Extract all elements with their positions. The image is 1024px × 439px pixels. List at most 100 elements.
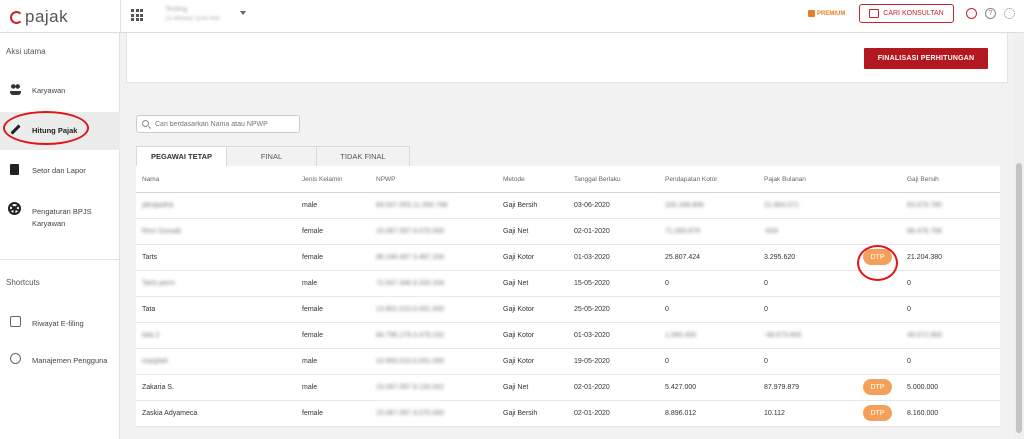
sidebar-item-manajemen-pengguna[interactable]: Manajemen Pengguna — [0, 351, 120, 371]
cell-tanggal-berlaku: 25-05-2020 — [574, 306, 610, 313]
sidebar-item-karyawan[interactable]: Karyawan — [0, 81, 120, 101]
header-tanggal-berlaku[interactable]: Tanggal Berlaku — [574, 176, 621, 183]
cell-metode: Gaji Bersih — [503, 410, 538, 417]
header-nama[interactable]: Nama — [142, 176, 159, 183]
tab-pegawai-tetap[interactable]: PEGAWAI TETAP — [136, 146, 227, 166]
table-header: Nama Jenis Kelamin NPWP Metode Tanggal B… — [136, 166, 1000, 193]
header-metode[interactable]: Metode — [503, 176, 525, 183]
sidebar-item-label: Pengaturan BPJS Karyawan — [32, 207, 92, 228]
search-input[interactable] — [155, 120, 295, 128]
cell-gaji-bersih: 5.000.000 — [907, 384, 939, 391]
search-box[interactable] — [136, 115, 300, 133]
cell-npwp: 72.647.346.9.334.334 — [376, 280, 445, 287]
dtp-badge[interactable]: DTP — [863, 379, 892, 395]
table-row[interactable]: Tata female 13.901.010.0.001.000 Gaji Kotor… — [136, 297, 1000, 323]
header-jenis-kelamin[interactable]: Jenis Kelamin — [302, 176, 342, 183]
cell-tanggal-berlaku: 19-05-2020 — [574, 358, 610, 365]
chevron-down-icon[interactable] — [240, 11, 246, 15]
cell-jenis-kelamin: male — [302, 280, 318, 287]
cell-npwp: 13.901.010.0.001.000 — [376, 306, 445, 313]
cell-npwp: 15.067.097.9.070.000 — [376, 228, 445, 235]
apps-grid-icon[interactable] — [131, 9, 143, 21]
table-row[interactable]: tata 2 female 84.796.279.3.479.232 Gaji Kot… — [136, 323, 1000, 349]
cell-tanggal-berlaku: 03-06-2020 — [574, 202, 610, 209]
cell-pajak-bulanan: 87.979.879 — [764, 384, 800, 391]
cell-gaji-bersih: 83.679.780 — [907, 202, 943, 209]
sidebar-section-shortcuts: Shortcuts — [6, 278, 40, 287]
scrollbar[interactable] — [1014, 33, 1024, 439]
cell-jenis-kelamin: female — [302, 228, 324, 235]
cell-tanggal-berlaku: 01-03-2020 — [574, 332, 610, 339]
find-consultant-button[interactable]: CARI KONSULTAN — [859, 4, 954, 23]
app-logo[interactable]: pajak — [10, 7, 68, 27]
tab-final[interactable]: FINAL — [226, 146, 317, 166]
cell-gaji-bersih: 8.160.000 — [907, 410, 939, 417]
cell-npwp: 10.900.010.0.001.000 — [376, 358, 445, 365]
tax-calculation-table: Nama Jenis Kelamin NPWP Metode Tanggal B… — [136, 166, 1000, 427]
find-consultant-label: CARI KONSULTAN — [883, 10, 944, 17]
cell-gaji-bersih: 0 — [907, 306, 911, 313]
cell-tanggal-berlaku: 01-03-2020 — [574, 254, 610, 261]
divider — [120, 0, 121, 33]
scrollbar-thumb[interactable] — [1016, 163, 1022, 433]
notification-off-icon[interactable] — [966, 8, 977, 19]
cell-metode: Gaji Net — [503, 228, 529, 235]
search-icon — [142, 120, 149, 127]
premium-label: PREMIUM — [817, 10, 846, 17]
help-icon[interactable]: ? — [985, 8, 996, 19]
cell-tanggal-berlaku: 15-05-2020 — [574, 280, 610, 287]
cell-tanggal-berlaku: 02-01-2020 — [574, 384, 610, 391]
cell-pajak-bulanan: 0 — [764, 306, 768, 313]
cell-tanggal-berlaku: 02-01-2020 — [574, 228, 610, 235]
annotation-circle-hitung-pajak — [3, 111, 89, 145]
company-selector[interactable]: Testing 21.445502.1100.000 — [165, 6, 220, 22]
cell-nama: Tarts perm — [142, 280, 176, 287]
cell-metode: Gaji Net — [503, 384, 529, 391]
table-row[interactable]: jdksljadhd male 83.537.053.11.050.768 Gaji … — [136, 193, 1000, 219]
sidebar-item-label: Setor dan Lapor — [32, 166, 86, 175]
table-row[interactable]: Zakaria S. male 15.067.097.9.130.001 Gaji N… — [136, 375, 1000, 401]
cell-nama: Zakaria S. — [142, 384, 174, 391]
sidebar-item-riwayat-efiling[interactable]: Riwayat E-filing — [0, 314, 120, 334]
cell-npwp: 15.067.097.9.130.001 — [376, 384, 445, 391]
logo-icon — [10, 10, 23, 24]
people-icon — [10, 84, 21, 95]
cell-gaji-bersih: 49.072.900 — [907, 332, 943, 339]
table-row[interactable]: Zaskia Adyameca female 15.067.097.9.070.00… — [136, 401, 1000, 427]
cell-nama: Tarts — [142, 254, 158, 261]
table-row[interactable]: Rinn Gunadi female 15.067.097.9.070.000 Gaj… — [136, 219, 1000, 245]
cell-pajak-bulanan: 0 — [764, 358, 768, 365]
cell-pendapatan-kotor: 5.427.000 — [665, 384, 697, 391]
cell-pendapatan-kotor: 0 — [665, 280, 669, 287]
cell-pajak-bulanan: -834 — [764, 228, 779, 235]
cell-pajak-bulanan: 21.664.071 — [764, 202, 800, 209]
cell-pendapatan-kotor: 0 — [665, 306, 669, 313]
cell-gaji-bersih: 68.476.766 — [907, 228, 943, 235]
cell-metode: Gaji Kotor — [503, 358, 535, 365]
cell-gaji-bersih: 0 — [907, 280, 911, 287]
finalize-calculation-button[interactable]: FINALISASI PERHITUNGAN — [864, 48, 988, 69]
header-gaji-bersih[interactable]: Gaji Bersih — [907, 176, 939, 183]
header-pajak-bulanan[interactable]: Pajak Bulanan — [764, 176, 806, 183]
header-npwp[interactable]: NPWP — [376, 176, 396, 183]
dtp-badge[interactable]: DTP — [863, 405, 892, 421]
history-icon — [10, 316, 21, 327]
cell-pajak-bulanan: 10.112 — [764, 410, 785, 417]
header-pendapatan-kotor[interactable]: Pendapatan Kotor — [665, 176, 717, 183]
store-icon — [869, 9, 880, 18]
cell-nama: Zaskia Adyameca — [142, 410, 198, 417]
sidebar-item-pengaturan-bpjs[interactable]: Pengaturan BPJS Karyawan — [0, 202, 120, 232]
settings-icon[interactable] — [1004, 8, 1015, 19]
cell-jenis-kelamin: female — [302, 306, 324, 313]
premium-badge[interactable]: PREMIUM — [808, 10, 845, 17]
tab-tidak-final[interactable]: TIDAK FINAL — [316, 146, 410, 166]
table-row[interactable]: masjifah male 10.900.010.0.001.000 Gaji Kot… — [136, 349, 1000, 375]
cell-metode: Gaji Kotor — [503, 306, 535, 313]
cell-jenis-kelamin: male — [302, 384, 318, 391]
cell-pajak-bulanan: 3.295.620 — [764, 254, 796, 261]
cell-npwp: 86.246.487.3.487.334 — [376, 254, 445, 261]
company-npwp: 21.445502.1100.000 — [165, 16, 220, 22]
cell-nama: masjifah — [142, 358, 169, 365]
sidebar-item-setor-lapor[interactable]: Setor dan Lapor — [0, 161, 120, 181]
logo-text: pajak — [25, 7, 69, 26]
